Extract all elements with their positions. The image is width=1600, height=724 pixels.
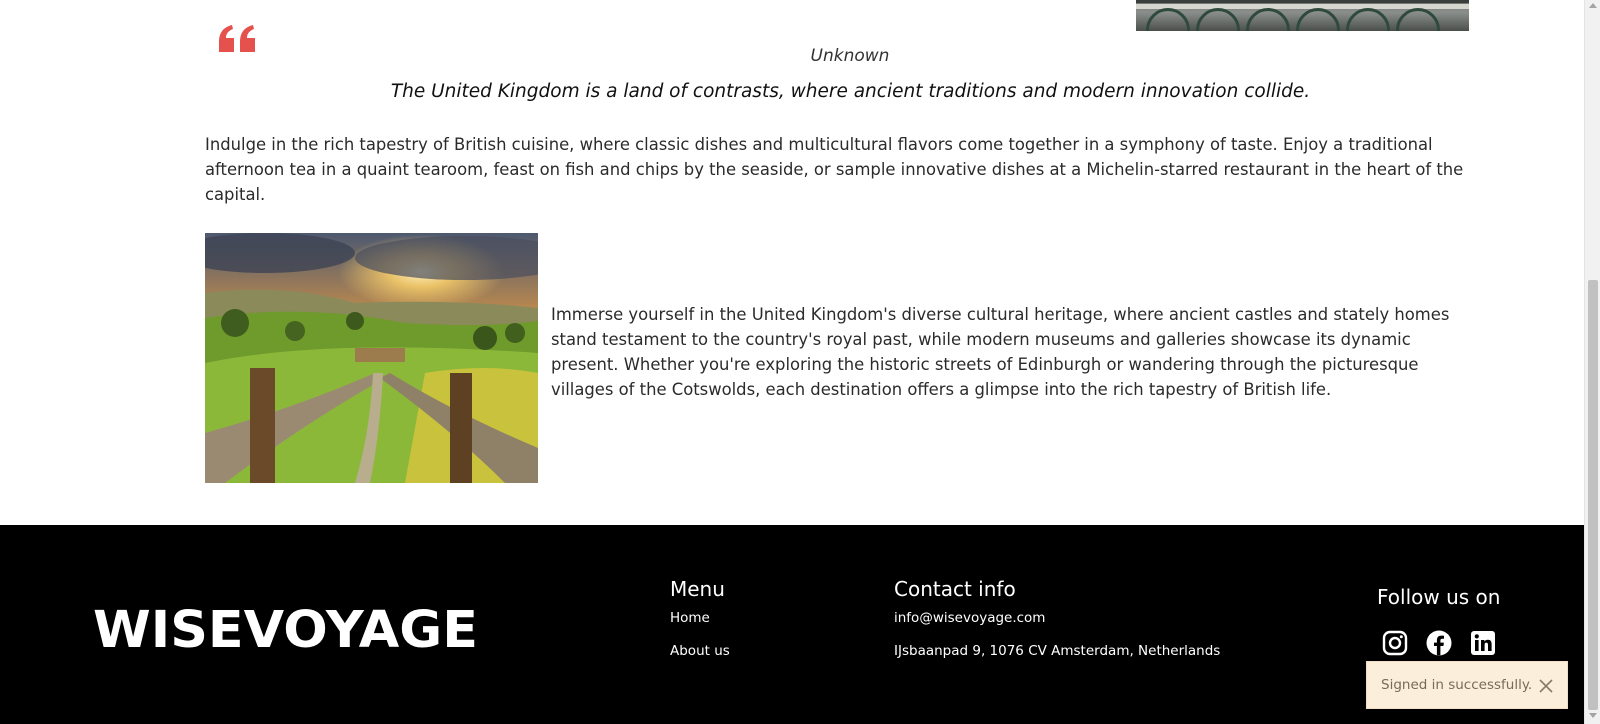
quote-author-text: Unknown [810,46,890,66]
quote-author: Unknown [0,46,1600,66]
footer-contact: Contact info info@wisevoyage.com IJsbaan… [894,577,1220,675]
contact-address: IJsbaanpad 9, 1076 CV Amsterdam, Netherl… [894,643,1221,659]
footer-menu: Menu Home About us [670,577,730,675]
scroll-thumb[interactable] [1588,280,1598,710]
page: Unknown The United Kingdom is a land of … [0,0,1584,724]
heritage-paragraph: Immerse yourself in the United Kingdom's… [551,305,1450,399]
social-links [1382,630,1496,656]
bridge-image [1136,0,1469,31]
footer-link-about-us[interactable]: About us [670,642,730,675]
linkedin-icon[interactable] [1470,630,1496,656]
logo-text: WISEVOYAGE [93,603,478,651]
success-toast: Signed in successfully. [1366,661,1568,709]
site-footer: WISEVOYAGE Menu Home About us Contact in… [0,525,1584,724]
facebook-icon[interactable] [1426,630,1452,656]
scroll-down-arrow-icon[interactable] [1589,713,1597,718]
follow-title: Follow us on [1377,585,1501,609]
menu-title: Menu [670,577,725,601]
contact-email-link[interactable]: info@wisevoyage.com [894,609,1220,642]
contact-title: Contact info [894,577,1016,601]
scroll-up-arrow-icon[interactable] [1589,3,1597,8]
wisevoyage-logo[interactable]: WISEVOYAGE [93,603,478,651]
footer-link-home[interactable]: Home [670,609,730,642]
instagram-icon[interactable] [1382,630,1408,656]
close-icon[interactable] [1537,677,1555,695]
quote-text: The United Kingdom is a land of contrast… [390,81,1311,102]
toast-message: Signed in successfully. [1381,677,1533,693]
countryside-image [205,233,538,483]
cuisine-paragraph: Indulge in the rich tapestry of British … [205,135,1464,204]
vertical-scrollbar[interactable] [1584,0,1600,724]
